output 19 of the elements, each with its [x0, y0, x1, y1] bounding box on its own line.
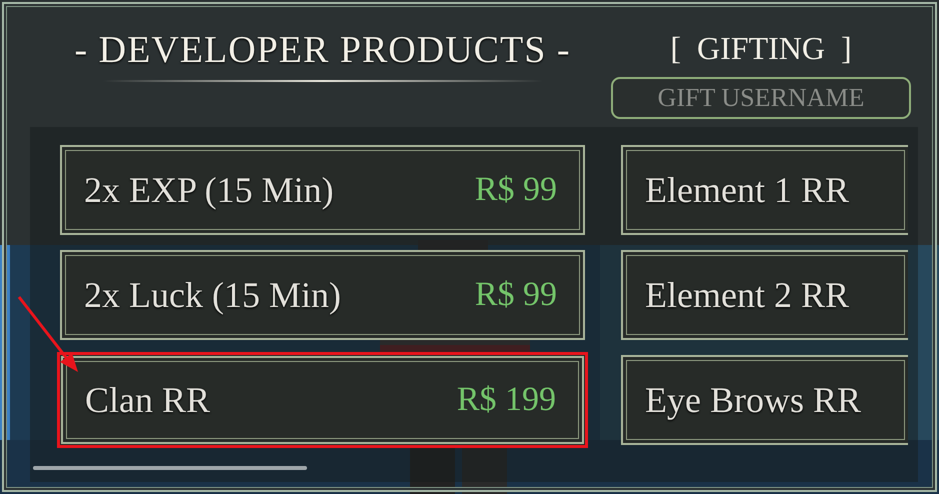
product-name: 2x Luck (15 Min) [84, 274, 341, 316]
username-field[interactable]: GIFT USERNAME [611, 77, 911, 119]
gift-card[interactable]: Eye Brows RR [621, 355, 908, 445]
scrollbar[interactable] [33, 466, 307, 470]
product-name: Clan RR [85, 379, 210, 421]
product-name: 2x EXP (15 Min) [84, 169, 334, 211]
gift-card[interactable]: Element 2 RR [621, 250, 908, 340]
gift-item-name: Eye Brows RR [645, 379, 861, 421]
product-price: R$ 99 [474, 171, 557, 209]
gifting-heading: [ GIFTING ] [670, 29, 852, 68]
panel-title: - DEVELOPER PRODUCTS - [74, 28, 570, 72]
gift-card[interactable]: Element 1 RR [621, 145, 908, 235]
product-price: R$ 99 [474, 276, 557, 314]
product-price: R$ 199 [456, 381, 556, 419]
product-card[interactable]: Clan RR R$ 199 [57, 352, 588, 448]
gift-item-name: Element 1 RR [645, 169, 849, 211]
product-card[interactable]: 2x Luck (15 Min) R$ 99 [60, 250, 585, 340]
gift-item-name: Element 2 RR [645, 274, 849, 316]
product-card[interactable]: 2x EXP (15 Min) R$ 99 [60, 145, 585, 235]
